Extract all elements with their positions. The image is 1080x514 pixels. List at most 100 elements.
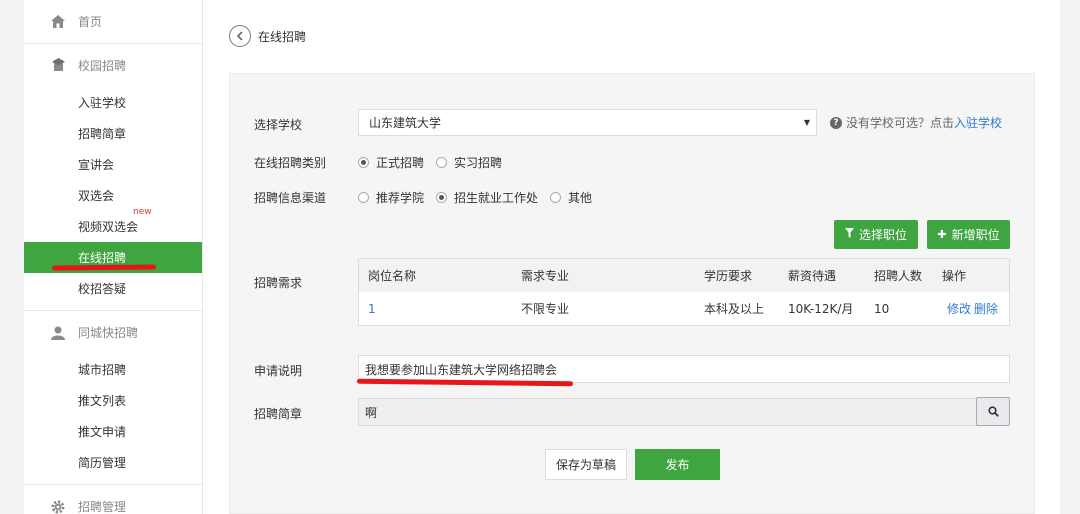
- sidebar-item-label: 入驻学校: [78, 96, 127, 110]
- question-icon: ?: [830, 116, 842, 129]
- radio-checked-icon: [436, 192, 448, 203]
- publish-button[interactable]: 发布: [635, 449, 720, 480]
- edit-link[interactable]: 修改: [947, 300, 971, 317]
- channel-label: 招聘信息渠道: [254, 191, 327, 205]
- sidebar-item-label: 城市招聘: [78, 363, 127, 377]
- radio-formal[interactable]: 正式招聘: [358, 154, 424, 171]
- category-label: 在线招聘类别: [254, 156, 327, 170]
- sidebar-item-presentation[interactable]: 宣讲会: [24, 149, 202, 180]
- dropdown-arrow-icon: ▼: [803, 118, 810, 127]
- sidebar-item-label: 首页: [78, 15, 103, 29]
- column-header: 招聘人数: [874, 269, 923, 283]
- sidebar-item-post-apply[interactable]: 推文申请: [24, 416, 202, 447]
- main-content: 在线招聘 选择学校 山东建筑大学 ▼ ? 没有学校可选？点击 入驻学校 在线招聘…: [203, 0, 1060, 514]
- table-row: 1 不限专业 本科及以上 10K-12K/月 10 修改 删除: [359, 292, 1009, 325]
- sidebar-item-city-recruitment[interactable]: 城市招聘: [24, 354, 202, 385]
- new-badge: new: [133, 207, 152, 217]
- search-icon: [987, 406, 999, 417]
- graduation-icon: [50, 58, 66, 74]
- user-icon: [50, 325, 66, 341]
- page-title: 在线招聘: [258, 29, 307, 44]
- education-cell: 本科及以上: [704, 302, 765, 316]
- radio-college[interactable]: 推荐学院: [358, 189, 424, 206]
- sidebar-section-label: 同城快招聘: [78, 326, 139, 340]
- category-radio-group: 正式招聘 实习招聘: [358, 154, 514, 171]
- select-position-button[interactable]: 选择职位: [834, 220, 918, 249]
- sidebar-item-label: 推文申请: [78, 425, 127, 439]
- sidebar-section-manage[interactable]: 招聘管理: [24, 485, 202, 514]
- button-label: 新增职位: [951, 228, 1000, 242]
- radio-other[interactable]: 其他: [550, 189, 592, 206]
- radio-unchecked-icon: [358, 192, 369, 203]
- requirements-table: 岗位名称 需求专业 学历要求 薪资待遇 招聘人数 操作 1 不限专业 本科及以上…: [358, 258, 1010, 326]
- major-cell: 不限专业: [521, 302, 570, 316]
- radio-label: 其他: [568, 191, 593, 205]
- chevron-left-icon: [236, 31, 243, 41]
- radio-label: 实习招聘: [454, 156, 503, 170]
- button-label: 选择职位: [858, 228, 907, 242]
- column-header: 薪资待遇: [788, 269, 837, 283]
- gear-icon: [50, 499, 66, 514]
- sidebar-item-label: 双选会: [78, 189, 115, 203]
- description-input[interactable]: 我想要参加山东建筑大学网络招聘会: [358, 355, 1010, 383]
- page-header: 在线招聘: [229, 25, 306, 47]
- radio-label: 推荐学院: [376, 191, 425, 205]
- sidebar-section-label: 校园招聘: [78, 59, 127, 73]
- radio-employment-office[interactable]: 招生就业工作处: [436, 189, 538, 206]
- sidebar-item-resume-manage[interactable]: 简历管理: [24, 447, 202, 478]
- school-label: 选择学校: [254, 118, 303, 132]
- sidebar-section-city[interactable]: 同城快招聘: [24, 311, 202, 354]
- school-select-value: 山东建筑大学: [369, 116, 442, 130]
- page-background: [1060, 0, 1080, 514]
- sidebar-item-label: 招聘简章: [78, 127, 127, 141]
- brochure-input[interactable]: 啊: [358, 398, 978, 426]
- radio-checked-icon: [358, 157, 369, 168]
- sidebar-section-campus[interactable]: 校园招聘: [24, 44, 202, 87]
- radio-intern[interactable]: 实习招聘: [436, 154, 502, 171]
- count-cell: 10: [874, 301, 890, 316]
- position-name-link[interactable]: 1: [368, 302, 376, 316]
- sidebar-item-label: 推文列表: [78, 394, 127, 408]
- brochure-value: 啊: [365, 405, 378, 420]
- description-label: 申请说明: [254, 364, 303, 378]
- sidebar: 首页 校园招聘 入驻学校 招聘简章 宣讲会 双选会 视频双选会 new 在线招聘…: [24, 0, 203, 514]
- channel-radio-group: 推荐学院 招生就业工作处 其他: [358, 189, 604, 206]
- sidebar-item-label: 在线招聘: [78, 251, 127, 265]
- sidebar-section-label: 招聘管理: [78, 500, 127, 514]
- requirements-label: 招聘需求: [254, 276, 303, 290]
- column-header: 操作: [942, 269, 967, 283]
- brochure-label: 招聘简章: [254, 407, 303, 421]
- filter-icon: [844, 228, 854, 241]
- sidebar-item-join-school[interactable]: 入驻学校: [24, 87, 202, 118]
- sidebar-item-label: 校招答疑: [78, 282, 127, 296]
- sidebar-item-video-job-fair[interactable]: 视频双选会 new: [24, 207, 202, 242]
- radio-label: 招生就业工作处: [454, 191, 539, 205]
- column-header: 岗位名称: [368, 269, 417, 283]
- plus-icon: ✚: [937, 228, 947, 241]
- school-select[interactable]: 山东建筑大学 ▼: [358, 109, 817, 136]
- radio-unchecked-icon: [550, 192, 562, 203]
- column-header: 学历要求: [704, 269, 753, 283]
- sidebar-item-brochure[interactable]: 招聘简章: [24, 118, 202, 149]
- sidebar-item-label: 宣讲会: [78, 158, 115, 172]
- back-button[interactable]: [229, 25, 251, 47]
- column-header: 需求专业: [521, 269, 570, 283]
- delete-link[interactable]: 删除: [974, 300, 998, 317]
- sidebar-item-job-fair[interactable]: 双选会: [24, 180, 202, 211]
- description-value: 我想要参加山东建筑大学网络招聘会: [365, 362, 558, 377]
- salary-cell: 10K-12K/月: [788, 302, 854, 316]
- sidebar-item-campus-qa[interactable]: 校招答疑: [24, 273, 202, 304]
- add-position-button[interactable]: ✚ 新增职位: [927, 220, 1010, 249]
- join-school-link[interactable]: 入驻学校: [954, 114, 1002, 131]
- help-text: 没有学校可选？点击: [846, 116, 955, 130]
- sidebar-item-label: 简历管理: [78, 456, 127, 470]
- table-header: 岗位名称 需求专业 学历要求 薪资待遇 招聘人数 操作: [359, 259, 1009, 292]
- school-help: ? 没有学校可选？点击 入驻学校: [830, 114, 1002, 131]
- form-panel: 选择学校 山东建筑大学 ▼ ? 没有学校可选？点击 入驻学校 在线招聘类别 正式…: [229, 73, 1035, 514]
- sidebar-item-home[interactable]: 首页: [24, 0, 202, 43]
- home-icon: [50, 14, 66, 30]
- save-draft-button[interactable]: 保存为草稿: [545, 449, 627, 480]
- search-button[interactable]: [976, 397, 1010, 426]
- sidebar-item-post-list[interactable]: 推文列表: [24, 385, 202, 416]
- radio-label: 正式招聘: [376, 156, 425, 170]
